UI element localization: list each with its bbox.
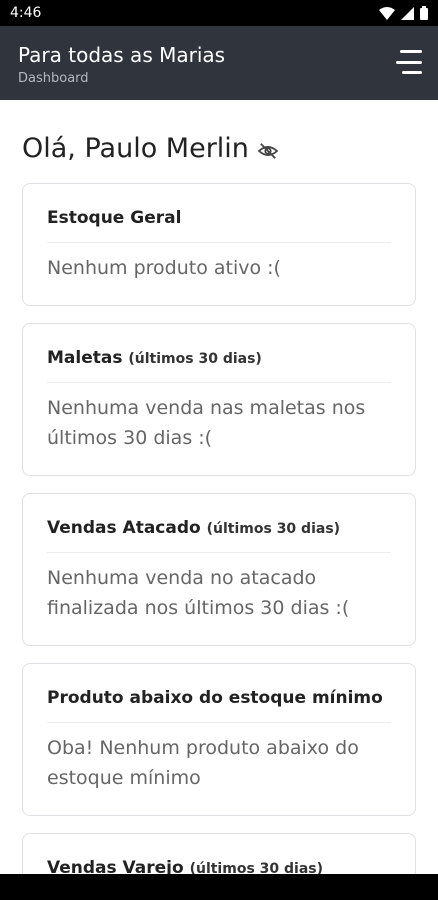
card-header: Vendas Atacado (últimos 30 dias) — [47, 494, 391, 553]
card-subtitle: (últimos 30 dias) — [206, 521, 341, 537]
card-subtitle: (últimos 30 dias) — [128, 351, 262, 367]
card-vendas-varejo[interactable]: Vendas Varejo (últimos 30 dias) — [22, 833, 416, 874]
card-title: Maletas — [47, 348, 123, 368]
card-body: Nenhum produto ativo :( — [47, 257, 281, 279]
signal-icon — [401, 6, 414, 20]
menu-icon[interactable] — [396, 50, 422, 74]
card-estoque-minimo[interactable]: Produto abaixo do estoque mínimo Oba! Ne… — [22, 663, 416, 816]
menu-line — [402, 71, 422, 74]
card-header: Maletas (últimos 30 dias) — [47, 324, 391, 383]
card-title: Vendas Varejo — [47, 858, 184, 874]
status-time: 4:46 — [10, 5, 42, 21]
card-title: Vendas Atacado — [47, 518, 201, 538]
main-content[interactable]: Olá, Paulo Merlin Estoque Geral Nenhum p… — [0, 100, 438, 874]
card-maletas[interactable]: Maletas (últimos 30 dias) Nenhuma venda … — [22, 323, 416, 476]
battery-icon — [420, 6, 428, 20]
card-body: Nenhuma venda nas maletas nos últimos 30… — [47, 397, 366, 449]
card-header: Vendas Varejo (últimos 30 dias) — [47, 834, 391, 874]
card-subtitle: (últimos 30 dias) — [189, 861, 324, 874]
breadcrumb: Dashboard — [18, 71, 89, 86]
card-estoque-geral[interactable]: Estoque Geral Nenhum produto ativo :( — [22, 183, 416, 306]
card-header: Estoque Geral — [47, 184, 391, 243]
app-title: Para todas as Marias — [18, 43, 226, 67]
menu-line — [400, 50, 422, 53]
card-vendas-atacado[interactable]: Vendas Atacado (últimos 30 dias) Nenhuma… — [22, 493, 416, 646]
card-title: Estoque Geral — [47, 208, 182, 228]
card-title: Produto abaixo do estoque mínimo — [47, 688, 383, 708]
app-bar: Para todas as Marias Dashboard — [0, 26, 438, 100]
greeting: Olá, Paulo Merlin — [22, 130, 416, 166]
status-icons — [379, 6, 428, 20]
card-body: Nenhuma venda no atacado finalizada nos … — [47, 567, 350, 619]
card-header: Produto abaixo do estoque mínimo — [47, 664, 391, 723]
status-bar: 4:46 — [0, 0, 438, 26]
eye-off-icon[interactable] — [257, 142, 279, 160]
wifi-icon — [379, 6, 395, 20]
menu-line — [396, 60, 422, 64]
card-body: Oba! Nenhum produto abaixo do estoque mí… — [47, 737, 359, 789]
system-nav-bar — [0, 874, 438, 900]
greeting-text: Olá, Paulo Merlin — [22, 132, 249, 164]
